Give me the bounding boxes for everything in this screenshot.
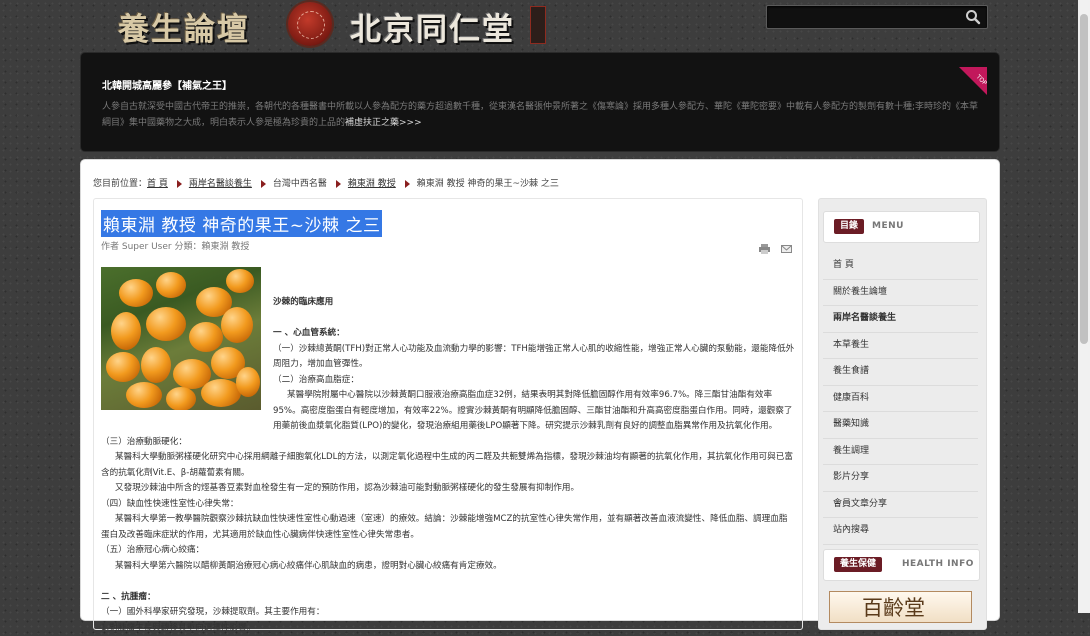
sidebar: 目錄 MENU 首 頁 關於養生論壇 兩岸名醫談養生 本草養生 養生食譜 健康百…: [818, 198, 987, 630]
section-heading: 沙棘的臨床應用: [273, 297, 333, 307]
paragraph: 又發現沙棘油中所含的烴基香豆素對血栓發生有一定的預防作用，認為沙棘油可能對動脈粥…: [101, 481, 796, 497]
seal-icon: [288, 2, 332, 46]
email-icon[interactable]: [781, 244, 792, 254]
paragraph: 某醫科大學第六醫院以醋柳黃酮治療冠心病心絞痛伴心肌缺血的病患，證明對心臟心絞痛有…: [101, 559, 796, 575]
featured-article: 北韓開城高麗參【補氣之王】 人參自古就深受中國古代帝王的推崇，各朝代的各種醫書中…: [80, 52, 1000, 152]
featured-text: 人參自古就深受中國古代帝王的推崇，各朝代的各種醫書中所載以人參為配方的藥方超過數…: [102, 99, 982, 131]
breadcrumb-separator-icon: [177, 180, 182, 188]
paragraph: [101, 311, 796, 327]
sidebar-menu: 首 頁 關於養生論壇 兩岸名醫談養生 本草養生 養生食譜 健康百科 醫藥知識 養…: [823, 253, 978, 545]
breadcrumb-category[interactable]: 兩岸名醫談養生: [189, 179, 252, 189]
menu-header-en: MENU: [872, 221, 904, 231]
paragraph: 某醫學院附屬中心醫院以沙棘黃酮口服液治療高脂血症32例，結果表明其對降低膽固醇作…: [101, 388, 796, 435]
top-badge-icon: TOP: [955, 67, 987, 99]
site-title-right: 北京同仁堂: [350, 4, 515, 49]
content-panel: 您目前位置：首 頁兩岸名醫談養生台灣中西名醫賴東淵 教授賴東淵 教授 神奇的果王…: [80, 159, 1000, 621]
paragraph: 某醫科大學動脈粥樣硬化研究中心採用綱離子細胞氧化LDL的方法，以測定氧化過程中生…: [101, 450, 796, 481]
sidebar-item-site-search[interactable]: 站內搜尋: [823, 518, 978, 545]
sidebar-item-about[interactable]: 關於養生論壇: [823, 280, 978, 307]
article-title[interactable]: 賴東淵 教授 神奇的果王~沙棘 之三: [101, 210, 382, 237]
breadcrumb-current: 賴東淵 教授 神奇的果王~沙棘 之三: [417, 179, 559, 189]
paragraph: （三）治療動脈硬化：: [101, 435, 796, 451]
breadcrumb-separator-icon: [405, 180, 410, 188]
breadcrumb: 您目前位置：首 頁 兩岸名醫談養生 台灣中西名醫 賴東淵 教授 賴東淵 教授 神奇的果王…: [93, 176, 559, 189]
ad-text: 百齡堂: [862, 592, 925, 622]
read-more-link[interactable]: 補虛扶正之藥>>>: [345, 118, 422, 128]
paragraph: （四）缺血性快速性室性心律失常：: [101, 497, 796, 513]
section-heading: 一 、心血管系統：: [273, 328, 345, 338]
sidebar-item-recipes[interactable]: 養生食譜: [823, 359, 978, 386]
breadcrumb-home[interactable]: 首 頁: [147, 179, 168, 189]
site-logo[interactable]: 養生論壇 北京同仁堂: [100, 0, 560, 48]
sidebar-item-herbal[interactable]: 本草養生: [823, 333, 978, 360]
section-heading: 二 、抗腫瘤：: [101, 592, 156, 602]
sidebar-item-encyclopedia[interactable]: 健康百科: [823, 386, 978, 413]
article-tools: [759, 239, 792, 258]
sidebar-item-doctors[interactable]: 兩岸名醫談養生: [823, 306, 978, 333]
search-input[interactable]: [773, 8, 957, 26]
paragraph: （一）沙棘總黃酮(TFH)對正常人心功能及血流動力學的影響：TFH能增強正常人心…: [101, 342, 796, 373]
paragraph: 某醫科大學第一教學醫院觀察沙棘抗缺血性快速性室性心動過速（室速）的療效。結論：沙…: [101, 512, 796, 543]
breadcrumb-subcategory: 台灣中西名醫: [273, 179, 327, 189]
breadcrumb-prefix: 您目前位置：: [93, 179, 147, 189]
sidebar-ad-banner[interactable]: 百齡堂: [829, 591, 972, 623]
scrollbar-thumb[interactable]: [1080, 14, 1088, 344]
health-info-header: 養生保健 HEALTH INFO: [823, 549, 980, 581]
health-header-en: HEALTH INFO: [902, 559, 974, 569]
article-meta: 作者 Super User 分類：賴東淵 教授: [101, 239, 249, 252]
sidebar-item-videos[interactable]: 影片分享: [823, 465, 978, 492]
health-tag: 養生保健: [834, 557, 882, 572]
article: 賴東淵 教授 神奇的果王~沙棘 之三 作者 Super User 分類：賴東淵 …: [93, 198, 803, 630]
site-title-left: 養生論壇: [118, 4, 250, 49]
sidebar-item-home[interactable]: 首 頁: [823, 253, 978, 280]
featured-text-body: 人參自古就深受中國古代帝王的推崇，各朝代的各種醫書中所載以人參為配方的藥方超過數…: [102, 102, 978, 128]
print-icon[interactable]: [759, 244, 770, 254]
sidebar-item-conditioning[interactable]: 養生調理: [823, 439, 978, 466]
article-body: 沙棘的臨床應用 一 、心血管系統： （一）沙棘總黃酮(TFH)對正常人心功能及血…: [101, 281, 796, 636]
stamp-icon: [530, 6, 546, 44]
sidebar-item-member-articles[interactable]: 會員文章分享: [823, 492, 978, 519]
sidebar-item-medicine[interactable]: 醫藥知識: [823, 412, 978, 439]
paragraph: （二）治療高血脂症：: [101, 373, 796, 389]
paragraph: （五）治療冠心病心絞痛：: [101, 543, 796, 559]
search-box: [766, 5, 988, 29]
menu-header: 目錄 MENU: [823, 211, 980, 243]
menu-tag: 目錄: [834, 219, 864, 234]
breadcrumb-author[interactable]: 賴東淵 教授: [348, 179, 396, 189]
featured-title[interactable]: 北韓開城高麗參【補氣之王】: [102, 77, 232, 92]
search-icon[interactable]: [965, 9, 981, 25]
breadcrumb-separator-icon: [261, 180, 266, 188]
paragraph: [101, 574, 796, 590]
breadcrumb-separator-icon: [336, 180, 341, 188]
vertical-scrollbar[interactable]: [1078, 0, 1090, 613]
paragraph: 1.對腫瘤生長與轉移具重向選擇性影響。: [101, 621, 796, 636]
